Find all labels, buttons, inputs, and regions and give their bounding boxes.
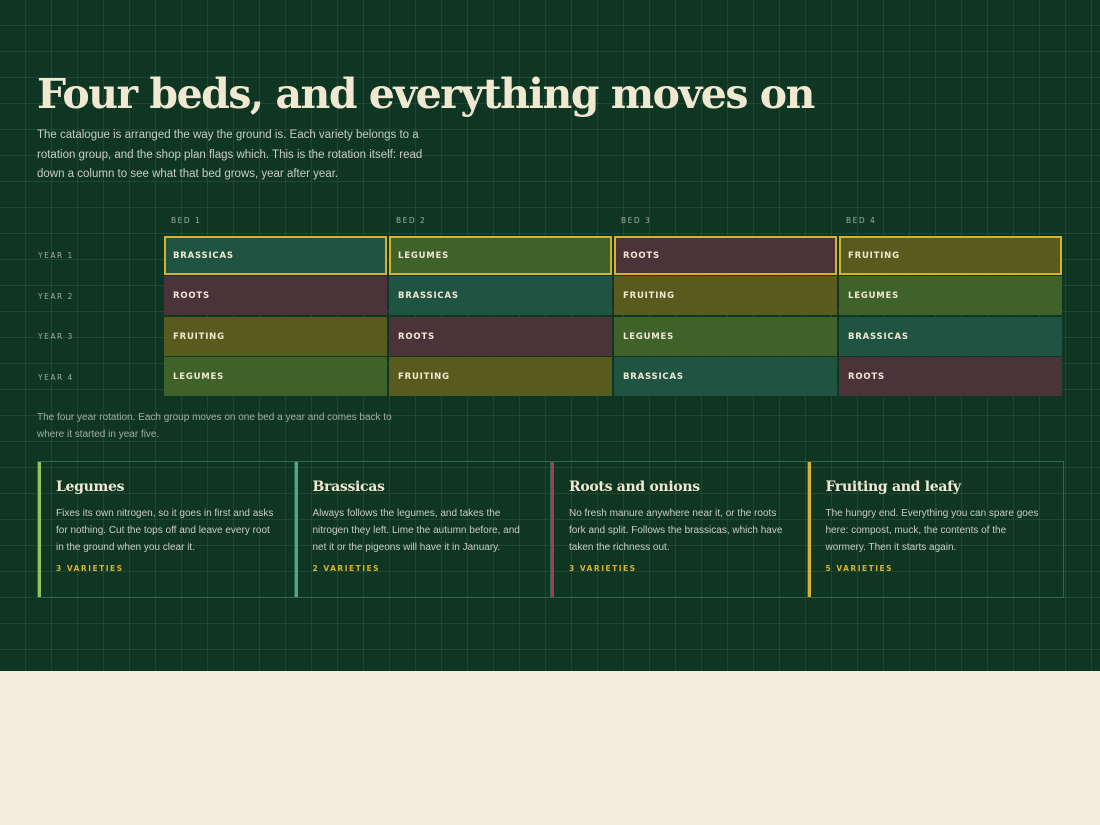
group-card-fruiting: Fruiting and leafy The hungry end. Every…: [807, 462, 1064, 597]
rotation-cell: BRASSICAS: [389, 276, 612, 315]
intro-text: The catalogue is arranged the way the gr…: [37, 129, 423, 180]
rotation-cell: ROOTS: [614, 236, 837, 275]
variety-count: 2 VARIETIES: [312, 564, 381, 573]
group-name: Roots and onions: [569, 479, 700, 495]
bed-4-header: BED 4: [846, 216, 877, 225]
rotation-cell: ROOTS: [389, 317, 612, 356]
rotation-cell: ROOTS: [839, 357, 1062, 396]
group-description: Fixes its own nitrogen, so it goes in fi…: [56, 508, 274, 553]
year-3-header: YEAR 3: [38, 332, 74, 341]
group-card-roots: Roots and onions No fresh manure anywher…: [551, 462, 808, 597]
rotation-cell: LEGUMES: [614, 317, 837, 356]
group-cards: Legumes Fixes its own nitrogen, so it go…: [37, 461, 1064, 598]
rotation-cell: LEGUMES: [389, 236, 612, 275]
rotation-cell: BRASSICAS: [614, 357, 837, 396]
bed-1-header: BED 1: [171, 216, 202, 225]
rotation-cell: FRUITING: [164, 317, 387, 356]
rotation-cell: FRUITING: [389, 357, 612, 396]
rotation-cell: ROOTS: [164, 276, 387, 315]
group-name: Legumes: [56, 479, 125, 495]
rotation-panel: Four beds, and everything moves on The c…: [0, 0, 1100, 671]
rotation-cell: FRUITING: [839, 236, 1062, 275]
group-name: Brassicas: [312, 479, 385, 495]
variety-count: 5 VARIETIES: [825, 564, 894, 573]
variety-count: 3 VARIETIES: [569, 564, 637, 573]
group-name: Fruiting and leafy: [825, 479, 961, 495]
rotation-cell: BRASSICAS: [839, 317, 1062, 356]
variety-count: 3 VARIETIES: [56, 564, 124, 573]
page-title: Four beds, and everything moves on: [37, 70, 815, 118]
group-description: The hungry end. Everything you can spare…: [825, 508, 1039, 553]
group-card-legumes: Legumes Fixes its own nitrogen, so it go…: [38, 462, 295, 597]
rotation-cell: BRASSICAS: [164, 236, 387, 275]
rotation-caption: The four year rotation. Each group moves…: [37, 412, 392, 440]
year-2-header: YEAR 2: [38, 292, 74, 301]
rotation-cell: LEGUMES: [164, 357, 387, 396]
group-card-brassicas: Brassicas Always follows the legumes, an…: [294, 462, 551, 597]
bed-3-header: BED 3: [621, 216, 652, 225]
group-description: No fresh manure anywhere near it, or the…: [569, 508, 783, 553]
group-description: Always follows the legumes, and takes th…: [312, 508, 520, 553]
rotation-cell: LEGUMES: [839, 276, 1062, 315]
year-4-header: YEAR 4: [38, 373, 74, 382]
bed-2-header: BED 2: [396, 216, 427, 225]
rotation-cell: FRUITING: [614, 276, 837, 315]
year-1-header: YEAR 1: [38, 251, 74, 260]
